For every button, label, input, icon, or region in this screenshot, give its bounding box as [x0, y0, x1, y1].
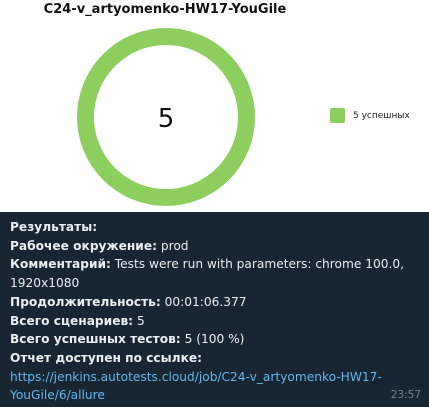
duration-label: Продолжительность:: [10, 294, 161, 309]
report-label: Отчет доступен по ссылке:: [10, 350, 203, 365]
passed-line: Всего успешных тестов: 5 (100 %): [10, 330, 420, 349]
duration-line: Продолжительность: 00:01:06.377: [10, 293, 420, 312]
donut-chart: 5: [77, 28, 255, 206]
chart-image[interactable]: C24-v_artyomenko-HW17-YouGile 5 5 успешн…: [0, 0, 429, 212]
report-link[interactable]: https://jenkins.autotests.cloud/job/C24-…: [10, 370, 382, 403]
environment-value: prod: [160, 238, 189, 253]
report-line: Отчет доступен по ссылке:: [10, 349, 420, 368]
comment-label: Комментарий:: [10, 257, 111, 272]
legend-swatch: [330, 108, 345, 123]
results-heading: Результаты:: [10, 220, 98, 234]
duration-value: 00:01:06.377: [164, 294, 247, 309]
environment-label: Рабочее окружение:: [10, 238, 157, 253]
scenarios-label: Всего сценариев:: [10, 313, 134, 328]
comment-line: Комментарий: Tests were run with paramet…: [10, 255, 420, 292]
message-timestamp: 23:57: [390, 389, 421, 401]
report-link-line: https://jenkins.autotests.cloud/job/C24-…: [10, 368, 420, 405]
chart-legend: 5 успешных: [330, 108, 410, 123]
passed-label: Всего успешных тестов:: [10, 332, 181, 347]
scenarios-line: Всего сценариев: 5: [10, 312, 420, 331]
environment-line: Рабочее окружение: prod: [10, 237, 420, 256]
chat-message: C24-v_artyomenko-HW17-YouGile 5 5 успешн…: [0, 0, 429, 407]
passed-value: 5 (100 %): [184, 332, 245, 347]
center-value-label: 5: [158, 104, 175, 134]
scenarios-value: 5: [136, 313, 145, 328]
message-text: Результаты: Рабочее окружение: prod Комм…: [10, 218, 420, 405]
legend-label: 5 успешных: [353, 110, 410, 121]
